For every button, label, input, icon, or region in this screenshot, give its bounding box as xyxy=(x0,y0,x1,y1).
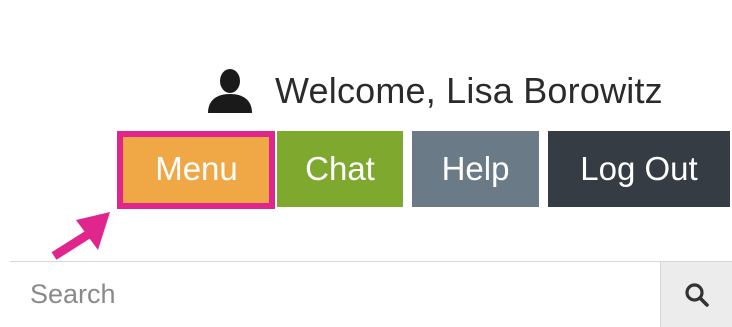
logout-button[interactable]: Log Out xyxy=(548,131,730,207)
welcome-text: Welcome, Lisa Borowitz xyxy=(275,70,663,111)
welcome-header: Welcome, Lisa Borowitz xyxy=(205,66,663,116)
search-button[interactable] xyxy=(660,262,732,327)
search-bar xyxy=(10,261,732,327)
menu-button[interactable]: Menu xyxy=(121,131,272,207)
help-button[interactable]: Help xyxy=(412,131,539,207)
search-input[interactable] xyxy=(10,262,660,327)
search-icon xyxy=(684,282,709,307)
chat-button[interactable]: Chat xyxy=(277,131,403,207)
pointer-arrow-icon xyxy=(51,212,110,260)
user-icon xyxy=(208,69,252,113)
